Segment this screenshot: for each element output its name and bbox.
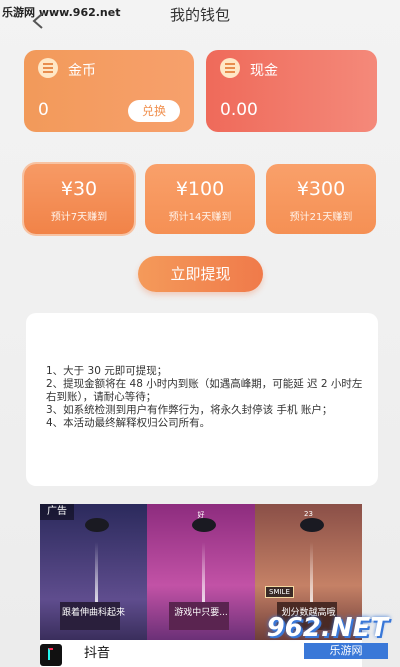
light-beam bbox=[202, 542, 205, 602]
ad-label: 广告 bbox=[40, 504, 74, 520]
ad-caption: 游戏中只要... bbox=[174, 608, 228, 618]
amount-value: ¥30 bbox=[60, 178, 98, 200]
amount-value: ¥100 bbox=[175, 178, 225, 200]
rule-item: 2、提现金额将在 48 小时内到账（如遇高峰期，可能延 迟 2 小时左右到账），… bbox=[46, 378, 363, 403]
page-title: 我的钱包 bbox=[169, 6, 230, 24]
rule-item: 3、如系统检测到用户有作弊行为，将永久封停该 手机 账户； bbox=[46, 404, 333, 416]
ad-number: 23 bbox=[304, 510, 313, 518]
cash-stack-icon bbox=[220, 58, 240, 78]
amount-option-300[interactable]: ¥300 预计21天赚到 bbox=[266, 164, 376, 234]
cash-value: 0.00 bbox=[220, 100, 258, 120]
exchange-button[interactable]: 兑换 bbox=[128, 100, 180, 122]
light-beam bbox=[310, 542, 313, 602]
amount-value: ¥300 bbox=[296, 178, 346, 200]
watermark-small: 乐游网 bbox=[304, 643, 388, 659]
ad-app-name: 抖音 bbox=[84, 646, 111, 661]
rule-item: 4、本活动最终解释权归公司所有。 bbox=[46, 417, 211, 429]
amount-option-30[interactable]: ¥30 预计7天赚到 bbox=[24, 164, 134, 234]
rule-item: 1、大于 30 元即可提现； bbox=[46, 365, 168, 377]
disc-image bbox=[192, 518, 216, 532]
disc-image bbox=[300, 518, 324, 532]
coin-value: 0 bbox=[38, 100, 49, 120]
corner-watermark: 962.NET 乐游网 bbox=[262, 613, 388, 659]
disc-image bbox=[85, 518, 109, 532]
withdraw-button[interactable]: 立即提现 bbox=[138, 256, 263, 292]
tiktok-icon bbox=[40, 644, 62, 666]
coin-label: 金币 bbox=[68, 63, 96, 79]
amount-note: 预计7天赚到 bbox=[50, 212, 108, 223]
amount-option-100[interactable]: ¥100 预计14天赚到 bbox=[145, 164, 255, 234]
ad-caption: 跟着伸曲科起来 bbox=[61, 608, 125, 618]
ad-panel: 好 游戏中只要... bbox=[147, 504, 255, 640]
coin-stack-icon bbox=[38, 58, 58, 78]
coin-card: 金币 0 兑换 bbox=[24, 50, 194, 132]
rules-panel: 1、大于 30 元即可提现； 2、提现金额将在 48 小时内到账（如遇高峰期，可… bbox=[26, 313, 378, 486]
light-beam bbox=[95, 542, 98, 602]
watermark-big: 962.NET bbox=[266, 613, 388, 643]
cash-card: 现金 0.00 bbox=[206, 50, 377, 132]
amount-note: 预计21天赚到 bbox=[289, 212, 353, 223]
ad-panel: 跟着伸曲科起来 bbox=[40, 504, 147, 640]
smile-sign: SMILE bbox=[265, 586, 294, 598]
amount-note: 预计14天赚到 bbox=[168, 212, 232, 223]
cash-label: 现金 bbox=[250, 63, 278, 79]
